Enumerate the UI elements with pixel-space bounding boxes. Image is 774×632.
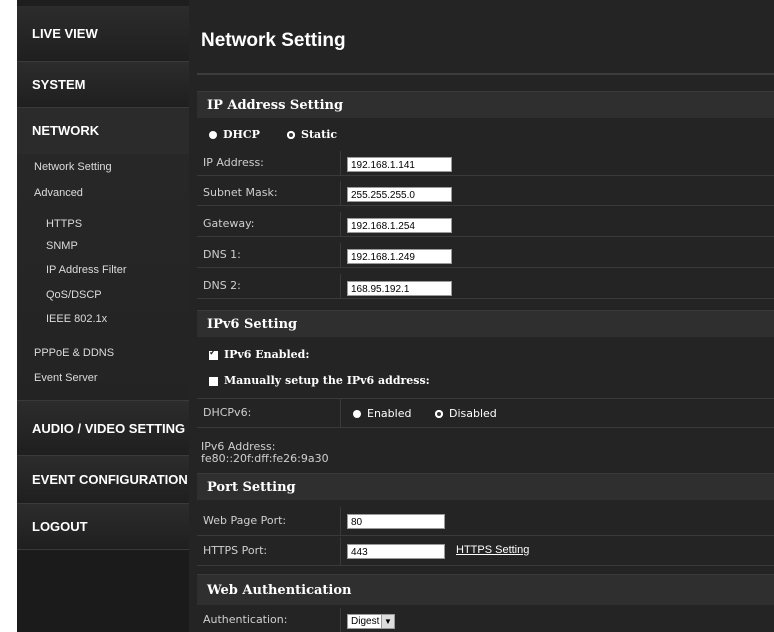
sidebar-item-advanced[interactable]: Advanced (17, 187, 189, 199)
sidebar-item-live-view[interactable]: LIVE VIEW (17, 6, 189, 62)
sidebar-item-https[interactable]: HTTPS (17, 218, 189, 230)
dhcp-label: DHCP (223, 128, 260, 141)
sidebar-item-network-setting[interactable]: Network Setting (17, 161, 189, 173)
ip-address-row: IP Address: 192.168.1.141 (197, 151, 774, 176)
radio-unselected-icon (287, 131, 295, 139)
https-setting-link[interactable]: HTTPS Setting (456, 544, 529, 556)
dhcpv6-enabled-label: Enabled (367, 407, 412, 420)
ipv6-enabled-label: IPv6 Enabled: (224, 348, 310, 361)
dns1-input[interactable]: 192.168.1.249 (347, 249, 452, 264)
ip-address-input[interactable]: 192.168.1.141 (347, 157, 452, 172)
https-port-label: HTTPS Port: (203, 544, 268, 557)
ip-mode-row: DHCP Static (197, 125, 774, 147)
sidebar-item-logout[interactable]: LOGOUT (17, 504, 189, 550)
row-divider (340, 274, 341, 298)
sidebar-item-ieee[interactable]: IEEE 802.1x (17, 313, 189, 325)
ipv6-manual-row: Manually setup the IPv6 address: (197, 370, 774, 392)
auth-label: Authentication: (203, 613, 288, 626)
subnet-row: Subnet Mask: 255.255.255.0 (197, 181, 774, 206)
dhcpv6-label: DHCPv6: (203, 406, 252, 419)
dns2-row: DNS 2: 168.95.192.1 (197, 274, 774, 299)
row-divider (340, 181, 341, 205)
row-divider (340, 399, 341, 427)
https-port-input[interactable]: 443 (347, 544, 445, 559)
gateway-row: Gateway: 192.168.1.254 (197, 212, 774, 237)
dhcpv6-enabled-radio[interactable]: Enabled (353, 407, 411, 420)
row-divider (340, 212, 341, 236)
row-divider (340, 151, 341, 175)
section-port: Port Setting (197, 473, 774, 500)
checkbox-unchecked-icon (209, 376, 218, 386)
auth-select[interactable]: Digest ▼ (347, 614, 395, 629)
https-port-row: HTTPS Port: 443 HTTPS Setting (197, 537, 774, 566)
section-ip-address: IP Address Setting (197, 91, 774, 118)
dhcpv6-row: DHCPv6: Enabled Disabled (197, 398, 774, 428)
ipv6-enabled-row: IPv6 Enabled: (197, 344, 774, 366)
web-port-label: Web Page Port: (203, 514, 287, 527)
auth-row: Authentication: Digest ▼ (197, 608, 774, 632)
dhcpv6-disabled-label: Disabled (449, 407, 497, 420)
chevron-down-icon[interactable]: ▼ (381, 615, 394, 628)
web-port-input[interactable]: 80 (347, 514, 445, 529)
ipv6-enabled-checkbox[interactable]: IPv6 Enabled: (209, 348, 309, 361)
dns2-label: DNS 2: (203, 279, 241, 292)
sidebar-item-event-config[interactable]: EVENT CONFIGURATION (17, 456, 189, 504)
static-radio[interactable]: Static (287, 128, 337, 141)
sidebar-item-system[interactable]: SYSTEM (17, 62, 189, 108)
row-divider (340, 243, 341, 267)
sidebar-item-audio-video[interactable]: AUDIO / VIDEO SETTING (17, 400, 189, 456)
gateway-input[interactable]: 192.168.1.254 (347, 218, 452, 233)
page-title: Network Setting (201, 30, 346, 51)
title-divider (197, 73, 774, 75)
gateway-label: Gateway: (203, 217, 255, 230)
ip-address-label: IP Address: (203, 156, 264, 169)
sidebar-item-pppoe[interactable]: PPPoE & DDNS (17, 347, 189, 359)
dhcp-radio[interactable]: DHCP (209, 128, 260, 141)
dhcpv6-disabled-radio[interactable]: Disabled (435, 407, 497, 420)
static-label: Static (301, 128, 338, 141)
ipv6-address-value: fe80::20f:dff:fe26:9a30 (201, 452, 329, 465)
subnet-input[interactable]: 255.255.255.0 (347, 187, 452, 202)
dns2-input[interactable]: 168.95.192.1 (347, 281, 452, 296)
sidebar-item-event-server[interactable]: Event Server (17, 372, 189, 384)
row-divider (340, 507, 341, 535)
radio-selected-icon (353, 410, 361, 418)
radio-unselected-icon (435, 410, 443, 418)
subnet-label: Subnet Mask: (203, 186, 278, 199)
checkbox-checked-icon (209, 348, 218, 360)
sidebar-item-network[interactable]: NETWORK (17, 108, 189, 154)
main-panel: Network Setting IP Address Setting DHCP … (189, 0, 774, 632)
auth-select-value: Digest (351, 616, 380, 627)
ipv6-manual-label: Manually setup the IPv6 address: (224, 374, 430, 387)
ipv6-address-block: IPv6 Address: fe80::20f:dff:fe26:9a30 (201, 441, 329, 465)
row-divider (340, 537, 341, 565)
dns1-label: DNS 1: (203, 248, 241, 261)
sidebar: LIVE VIEW SYSTEM NETWORK Network Setting… (17, 0, 189, 632)
ipv6-manual-checkbox[interactable]: Manually setup the IPv6 address: (209, 374, 430, 387)
sidebar-footer (17, 550, 189, 632)
section-ipv6: IPv6 Setting (197, 310, 774, 337)
row-divider (340, 608, 341, 632)
sidebar-item-qos[interactable]: QoS/DSCP (17, 289, 189, 301)
sidebar-item-ip-filter[interactable]: IP Address Filter (17, 264, 189, 276)
sidebar-item-snmp[interactable]: SNMP (17, 240, 189, 252)
radio-selected-icon (209, 131, 217, 139)
web-port-row: Web Page Port: 80 (197, 507, 774, 536)
section-web-auth: Web Authentication (197, 574, 774, 605)
dns1-row: DNS 1: 192.168.1.249 (197, 243, 774, 268)
